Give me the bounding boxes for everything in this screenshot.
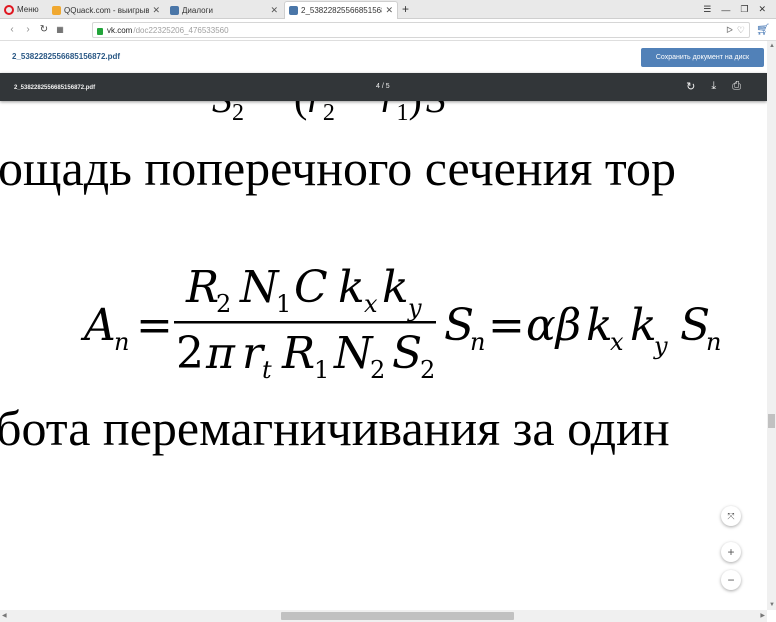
print-icon[interactable]: ⎙: [732, 80, 741, 93]
svg-text:N: N: [333, 328, 374, 379]
fit-page-icon[interactable]: ⤧: [721, 506, 741, 526]
svg-text:x: x: [364, 290, 378, 318]
svg-text:2: 2: [420, 356, 435, 384]
scroll-up-icon[interactable]: ▲: [769, 43, 775, 49]
formula-lhs-sub: n: [114, 328, 129, 356]
svg-text:n: n: [706, 328, 721, 356]
svg-text:k: k: [586, 300, 613, 351]
svg-text:n: n: [470, 328, 485, 356]
formula-denominator: 2: [176, 328, 204, 379]
svg-text:N: N: [239, 262, 280, 313]
svg-text:k: k: [382, 262, 409, 313]
svg-text:C: C: [294, 262, 328, 313]
scroll-down-icon[interactable]: ▼: [769, 602, 775, 608]
svg-text:S: S: [392, 328, 422, 379]
svg-text:1: 1: [276, 290, 291, 318]
svg-text:k: k: [630, 300, 657, 351]
zoom-in-button[interactable]: +: [721, 542, 741, 562]
pdf-tools: ↻ ⤓ ⎙: [686, 80, 741, 93]
page-indicator: 4 / 5: [376, 83, 390, 90]
formula-numerator: R: [185, 262, 219, 313]
rotate-icon[interactable]: ↻: [686, 80, 695, 93]
horizontal-scroll-thumb[interactable]: [281, 612, 514, 620]
svg-text:R: R: [281, 328, 315, 379]
download-icon[interactable]: ⤓: [711, 80, 716, 93]
svg-text:αβ: αβ: [526, 300, 581, 351]
vertical-scroll-thumb[interactable]: [768, 414, 775, 428]
horizontal-scrollbar[interactable]: ◀ ▶: [0, 610, 767, 622]
svg-text:k: k: [338, 262, 365, 313]
svg-text:t: t: [262, 356, 272, 384]
svg-text:π: π: [205, 328, 236, 379]
svg-text:y: y: [653, 332, 668, 360]
scroll-right-icon[interactable]: ▶: [760, 612, 765, 619]
svg-text:x: x: [610, 328, 624, 356]
formula-lhs: A: [80, 300, 116, 351]
vertical-scrollbar[interactable]: ▲ ▼: [767, 41, 776, 610]
formula-equals: =: [136, 300, 173, 351]
pdf-toolbar: 2_5382282556685156872.pdf 4 / 5 ↻ ⤓ ⎙: [0, 73, 767, 101]
svg-text:=: =: [488, 300, 525, 351]
fraction-bar: [174, 321, 436, 324]
svg-text:2: 2: [216, 290, 231, 318]
pdf-file-name: 2_5382282556685156872.pdf: [14, 85, 96, 91]
svg-text:2: 2: [370, 356, 385, 384]
svg-text:1: 1: [314, 356, 329, 384]
zoom-out-button[interactable]: −: [721, 570, 741, 590]
svg-text:y: y: [407, 294, 422, 322]
scroll-left-icon[interactable]: ◀: [2, 612, 7, 619]
